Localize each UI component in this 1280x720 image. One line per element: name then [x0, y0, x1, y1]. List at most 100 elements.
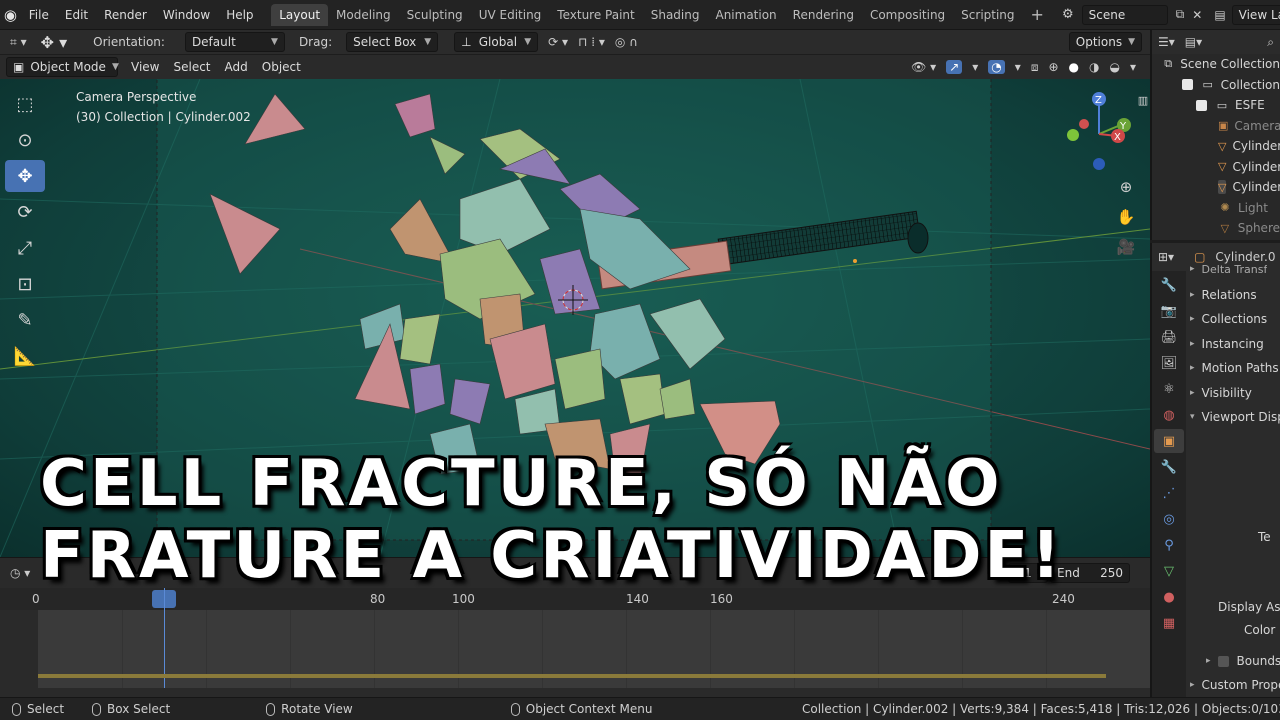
object-tab-icon[interactable]: ▣: [1154, 429, 1184, 453]
overlays-toggle-icon[interactable]: ◔: [988, 60, 1005, 74]
scale-tool-icon[interactable]: ⤢: [5, 232, 45, 264]
transform-tool-icon[interactable]: ⊡: [5, 268, 45, 300]
viewport-menu-view[interactable]: View: [124, 60, 166, 74]
timeline-tracks[interactable]: [38, 588, 1150, 688]
annotate-tool-icon[interactable]: ✎: [5, 304, 45, 336]
tab-texture-paint[interactable]: Texture Paint: [549, 4, 642, 26]
end-frame-field[interactable]: End 250: [1050, 563, 1130, 583]
drag-dropdown[interactable]: Select Box ▼: [346, 32, 439, 52]
panel-viewport-display[interactable]: ▾ Viewport Disp: [1190, 405, 1280, 429]
camera-view-icon[interactable]: 🎥: [1113, 234, 1139, 260]
xray-toggle-icon[interactable]: ⧈: [1031, 60, 1039, 75]
particles-tab-icon[interactable]: ⋰: [1154, 481, 1184, 505]
physics-tab-icon[interactable]: ◎: [1154, 507, 1184, 531]
tab-uv-editing[interactable]: UV Editing: [471, 4, 550, 26]
outliner-row[interactable]: ▣ Camera: [1152, 116, 1280, 137]
modifier-tab-icon[interactable]: 🔧: [1154, 455, 1184, 479]
panel-visibility[interactable]: ▸ Visibility: [1190, 381, 1252, 405]
scene-selector[interactable]: Scene: [1081, 4, 1168, 25]
shading-wireframe-icon[interactable]: ⊕: [1048, 60, 1058, 74]
outliner-scene-collection[interactable]: ⧉ Scene Collection: [1152, 54, 1280, 75]
move-tool-icon[interactable]: ✥: [5, 160, 45, 192]
delete-scene-icon[interactable]: ✕: [1192, 8, 1202, 22]
options-dropdown[interactable]: Options ▼: [1068, 32, 1142, 52]
scene-icon[interactable]: ⚙: [1062, 7, 1074, 22]
menu-render[interactable]: Render: [96, 8, 155, 22]
blender-logo-icon[interactable]: ◉: [0, 6, 21, 24]
shading-solid-icon[interactable]: ●: [1069, 60, 1079, 74]
measure-tool-icon[interactable]: 📐: [5, 340, 45, 372]
new-scene-icon[interactable]: ⧉: [1176, 7, 1185, 22]
viewport-menu-object[interactable]: Object: [255, 60, 308, 74]
viewport-menu-select[interactable]: Select: [166, 60, 217, 74]
snap-icon[interactable]: ⊓ ⁞ ▾: [578, 35, 605, 49]
menu-edit[interactable]: Edit: [57, 8, 96, 22]
tab-sculpting[interactable]: Sculpting: [399, 4, 471, 26]
menu-file[interactable]: File: [21, 8, 57, 22]
view-layer-selector[interactable]: View Laye: [1231, 4, 1280, 25]
cursor-tool-icon[interactable]: ⊙: [5, 124, 45, 156]
panel-instancing[interactable]: ▸ Instancing: [1190, 332, 1264, 356]
shading-rendered-icon[interactable]: ◒: [1109, 60, 1119, 74]
checkbox-icon[interactable]: [1182, 79, 1193, 91]
pan-hand-icon[interactable]: ✋: [1113, 204, 1139, 230]
object-mode-dropdown[interactable]: ▣ Object Mode ▼: [6, 57, 119, 77]
zoom-icon[interactable]: ⊕: [1113, 174, 1139, 200]
field-bounds[interactable]: ▸ Bounds: [1206, 649, 1280, 673]
world-tab-icon[interactable]: ◍: [1154, 403, 1184, 427]
field-display-as[interactable]: Display As: [1218, 595, 1280, 619]
tab-scripting[interactable]: Scripting: [953, 4, 1022, 26]
add-workspace-button[interactable]: +: [1023, 5, 1052, 24]
outliner-row[interactable]: ▭ Collection: [1152, 75, 1280, 96]
tab-rendering[interactable]: Rendering: [785, 4, 862, 26]
texture-tab-icon[interactable]: ▦: [1154, 611, 1184, 635]
scene-tab-icon[interactable]: ⚛: [1154, 377, 1184, 401]
menu-window[interactable]: Window: [155, 8, 218, 22]
pivot-point-icon[interactable]: ⟳ ▾: [548, 35, 568, 49]
shading-dropdown-icon[interactable]: ▾: [1130, 60, 1136, 74]
view-layer-icon[interactable]: ▤: [1214, 8, 1225, 22]
output-tab-icon[interactable]: 🖨: [1154, 325, 1184, 349]
panel-motion-paths[interactable]: ▸ Motion Paths: [1190, 356, 1279, 380]
panel-custom-properties[interactable]: ▸ Custom Prope: [1190, 673, 1280, 697]
shading-material-icon[interactable]: ◑: [1089, 60, 1099, 74]
render-tab-icon[interactable]: 📷: [1154, 299, 1184, 323]
tab-layout[interactable]: Layout: [271, 3, 329, 26]
outliner-row[interactable]: ▭ ESFE: [1152, 95, 1280, 116]
outliner-row[interactable]: ▽ Cylinder: [1152, 177, 1280, 198]
timeline-ruler[interactable]: 0 80 100 140 160 240: [0, 588, 1150, 610]
orientation-dropdown[interactable]: Default ▼: [184, 32, 285, 52]
proportional-edit-icon[interactable]: ◎ ∩: [615, 35, 638, 49]
outliner-editor-icon[interactable]: ☰▾: [1158, 35, 1175, 49]
start-frame-field[interactable]: 1: [1008, 563, 1048, 583]
panel-delta-transform[interactable]: ▸ Delta Transf: [1190, 262, 1267, 276]
tab-modeling[interactable]: Modeling: [328, 4, 399, 26]
3d-viewport[interactable]: Z Y X Camera Perspective (30) Collection…: [0, 79, 1150, 557]
menu-help[interactable]: Help: [218, 8, 261, 22]
rotate-tool-icon[interactable]: ⟳: [5, 196, 45, 228]
checkbox-icon[interactable]: [1196, 99, 1207, 111]
outliner-row[interactable]: ▽ Cylinder: [1152, 157, 1280, 178]
visibility-icon[interactable]: 👁 ▾: [911, 60, 936, 74]
tab-compositing[interactable]: Compositing: [862, 4, 953, 26]
panel-relations[interactable]: ▸ Relations: [1190, 283, 1257, 307]
properties-editor-icon[interactable]: ⊞▾: [1158, 250, 1174, 264]
panel-collections[interactable]: ▸ Collections: [1190, 307, 1267, 331]
ortho-toggle-icon[interactable]: ▥: [1130, 87, 1150, 113]
tool-tab-icon[interactable]: 🔧: [1154, 273, 1184, 297]
search-icon[interactable]: ⌕: [1267, 35, 1274, 50]
constraints-tab-icon[interactable]: ⚲: [1154, 533, 1184, 557]
tab-animation[interactable]: Animation: [707, 4, 784, 26]
gizmo-dropdown-icon[interactable]: ▾: [972, 60, 978, 74]
field-color[interactable]: Color: [1244, 618, 1275, 642]
timeline-editor-icon[interactable]: ◷ ▾: [10, 566, 30, 580]
overlays-dropdown-icon[interactable]: ▾: [1015, 60, 1021, 74]
viewport-menu-add[interactable]: Add: [218, 60, 255, 74]
object-data-tab-icon[interactable]: ▽: [1154, 559, 1184, 583]
outliner-row[interactable]: ▽ Cylinder: [1152, 136, 1280, 157]
material-tab-icon[interactable]: ●: [1154, 585, 1184, 609]
outliner-row[interactable]: ✺ Light: [1152, 198, 1280, 219]
view-layer-tab-icon[interactable]: 🖼: [1154, 351, 1184, 375]
gizmo-toggle-icon[interactable]: ↗: [946, 60, 963, 74]
select-box-tool-icon[interactable]: ⬚: [5, 88, 45, 120]
